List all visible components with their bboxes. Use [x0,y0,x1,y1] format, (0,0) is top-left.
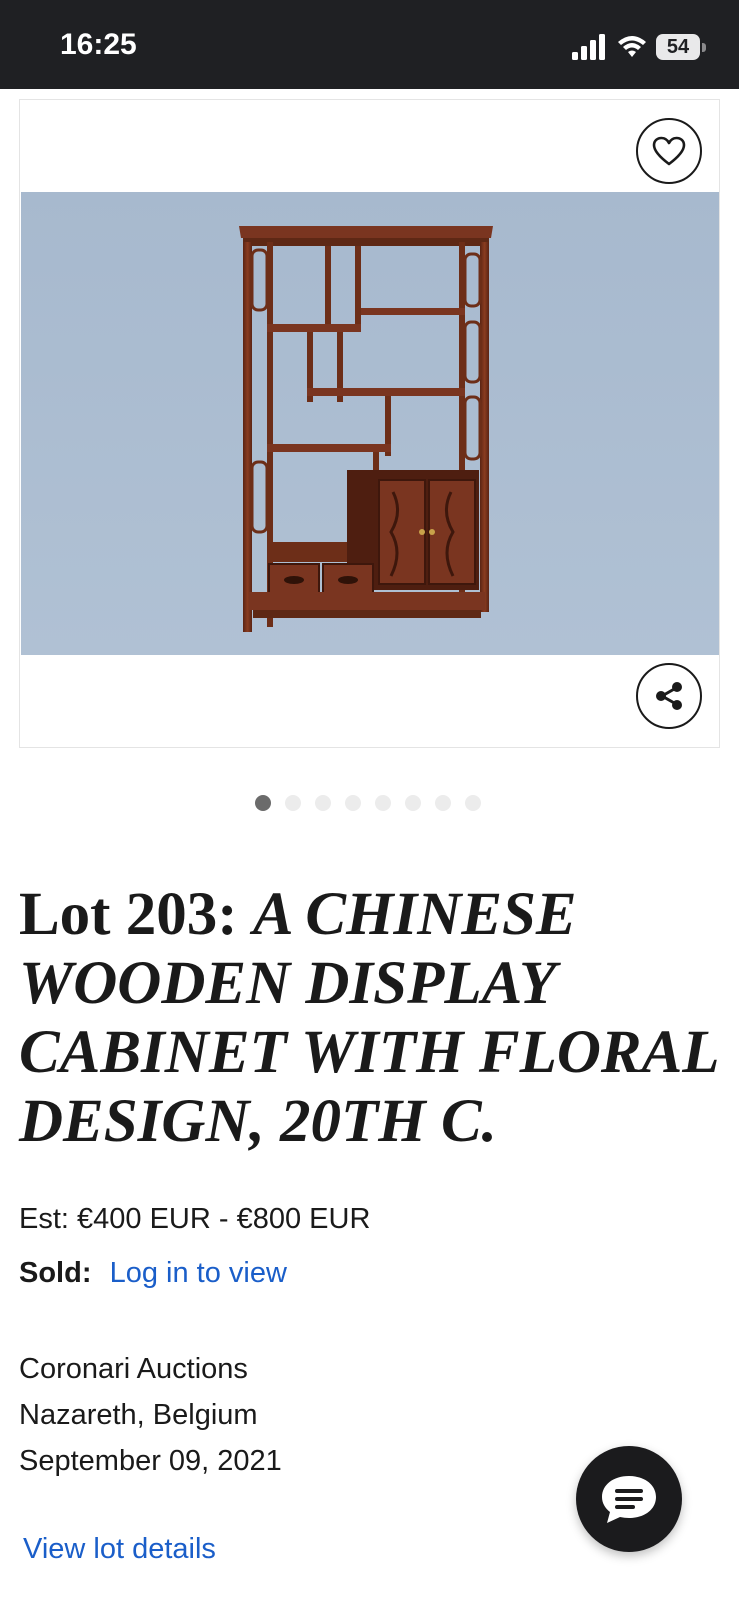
carousel-dot[interactable] [285,795,301,811]
battery-icon: 54 [656,34,706,60]
lot-photo[interactable] [21,192,719,655]
carousel-dots [255,795,481,811]
lot-estimate: Est: €400 EUR - €800 EUR [19,1203,371,1235]
carousel-dot[interactable] [315,795,331,811]
sold-row: Sold: Log in to view [19,1257,287,1290]
view-lot-details-link[interactable]: View lot details [23,1533,216,1566]
wifi-icon [618,36,646,57]
signal-icon [572,34,605,60]
lot-image-card[interactable] [19,99,720,748]
carousel-dot[interactable] [405,795,421,811]
carousel-dot[interactable] [465,795,481,811]
login-to-view-link[interactable]: Log in to view [110,1257,287,1289]
auction-info: Coronari Auctions Nazareth, Belgium Sept… [19,1346,282,1484]
share-button[interactable] [636,663,702,729]
lot-title: Lot 203: A CHINESE WOODEN DISPLAY CABINE… [19,880,719,1156]
carousel-dot[interactable] [435,795,451,811]
cabinet-illustration [21,192,719,655]
chat-button[interactable] [576,1446,682,1552]
auction-house[interactable]: Coronari Auctions [19,1346,282,1392]
chat-icon [602,1476,656,1523]
carousel-dot[interactable] [375,795,391,811]
battery-level: 54 [666,36,690,58]
status-time: 16:25 [60,28,137,61]
auction-date: September 09, 2021 [19,1445,282,1477]
status-bar: 16:25 54 [0,0,739,89]
lot-number: Lot 203: [19,881,238,948]
carousel-dot[interactable] [345,795,361,811]
sold-label: Sold: [19,1257,92,1289]
auction-location: Nazareth, Belgium [19,1399,258,1431]
favorite-button[interactable] [636,118,702,184]
share-icon [656,682,682,710]
carousel-dot-active[interactable] [255,795,271,811]
heart-icon [652,136,686,166]
